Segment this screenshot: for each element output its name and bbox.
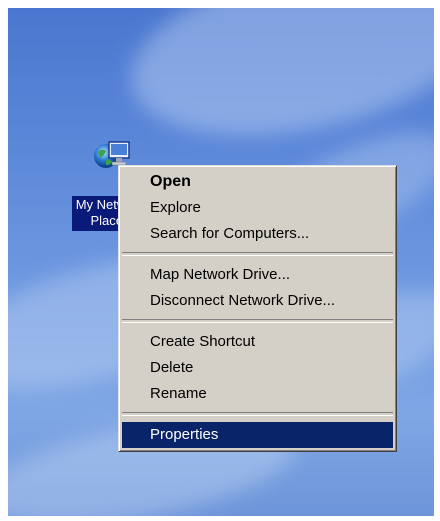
menu-item-rename[interactable]: Rename xyxy=(122,381,393,407)
menu-item-explore[interactable]: Explore xyxy=(122,195,393,221)
menu-item-delete[interactable]: Delete xyxy=(122,355,393,381)
desktop-background[interactable]: My Network Places Open Explore Search for … xyxy=(8,8,434,516)
menu-item-map-network-drive[interactable]: Map Network Drive... xyxy=(122,262,393,288)
menu-separator xyxy=(122,319,393,323)
menu-item-disconnect-network-drive[interactable]: Disconnect Network Drive... xyxy=(122,288,393,314)
menu-item-open[interactable]: Open xyxy=(122,169,393,195)
menu-item-search-for-computers[interactable]: Search for Computers... xyxy=(122,221,393,247)
menu-separator xyxy=(122,412,393,416)
menu-item-create-shortcut[interactable]: Create Shortcut xyxy=(122,329,393,355)
menu-separator xyxy=(122,252,393,256)
menu-item-properties[interactable]: Properties xyxy=(122,422,393,448)
context-menu: Open Explore Search for Computers... Map Ne… xyxy=(118,165,397,452)
